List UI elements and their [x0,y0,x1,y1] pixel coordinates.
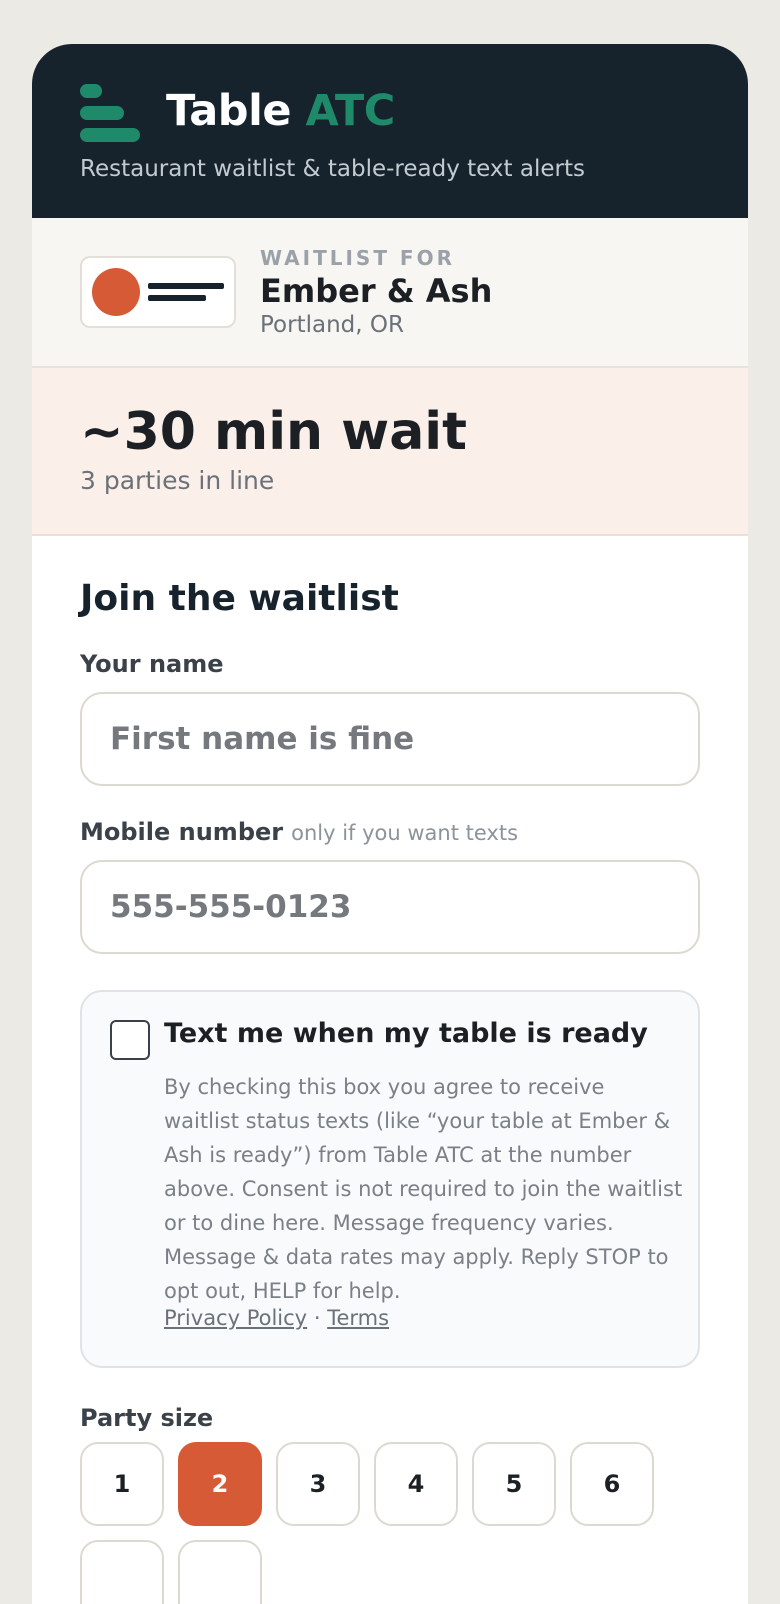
venue-panel: WAITLIST FOR Ember & Ash Portland, OR [32,218,748,368]
phone-input[interactable] [80,860,700,954]
wait-banner: ~30 min wait 3 parties in line [32,368,748,536]
party-size-option-6[interactable]: 6 [570,1442,654,1526]
party-size-option-3[interactable]: 3 [276,1442,360,1526]
phone-label: Mobile number only if you want texts [80,818,518,846]
link-separator: · [313,1306,321,1330]
party-size-option-5[interactable]: 5 [472,1442,556,1526]
brand-tagline: Restaurant waitlist & table-ready text a… [80,156,585,182]
party-size-option-1[interactable]: 1 [80,1442,164,1526]
brand-logo-icon [80,84,140,142]
app-header: Table ATC Restaurant waitlist & table-re… [32,44,748,218]
venue-name: Ember & Ash [260,272,493,310]
party-size-option-4[interactable]: 4 [374,1442,458,1526]
sms-consent-title[interactable]: Text me when my table is ready [164,1018,648,1049]
name-input[interactable] [80,692,700,786]
brand-name: Table ATC [166,86,395,136]
phone-label-text: Mobile number [80,818,284,846]
venue-location: Portland, OR [260,312,404,338]
consent-links: Privacy Policy · Terms [164,1306,389,1330]
brand-name-main: Table [166,86,292,136]
party-size-option-partial[interactable] [178,1540,262,1604]
venue-logo [80,256,236,328]
party-size-option-partial[interactable] [80,1540,164,1604]
terms-link[interactable]: Terms [327,1306,389,1330]
name-label: Your name [80,650,224,678]
privacy-policy-link[interactable]: Privacy Policy [164,1306,307,1330]
venue-kicker: WAITLIST FOR [260,246,455,270]
brand-name-accent: ATC [305,86,395,136]
sms-consent-box: Text me when my table is ready By checki… [80,990,700,1368]
party-size-label: Party size [80,1404,214,1432]
sms-consent-checkbox[interactable] [110,1020,150,1060]
form-title: Join the waitlist [80,578,399,619]
sms-consent-disclosure: By checking this box you agree to receiv… [164,1075,683,1303]
party-size-option-2[interactable]: 2 [178,1442,262,1526]
phone-hint: only if you want texts [291,821,519,845]
parties-in-line: 3 parties in line [80,466,275,495]
wait-estimate: ~30 min wait [80,402,467,462]
waitlist-card: Table ATC Restaurant waitlist & table-re… [32,44,748,1604]
